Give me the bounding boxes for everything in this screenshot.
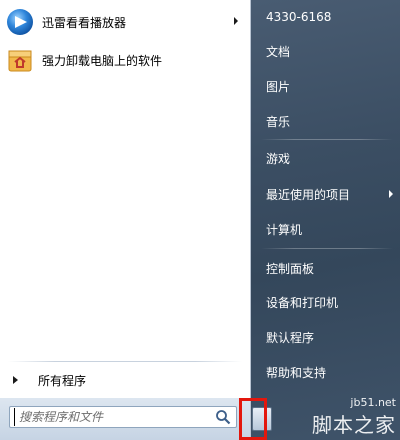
item-label: 最近使用的项目 (266, 187, 351, 202)
right-links-pane: 4330-6168 文档 图片 音乐 游戏 最近使用的项目 计算机 控制面板 设… (251, 0, 400, 440)
programs-pane: 迅雷看看播放器 强力卸载电脑上的软件 所有程序 (0, 0, 251, 398)
help-support-item[interactable]: 帮助和支持 (255, 359, 393, 385)
item-label: 帮助和支持 (266, 365, 327, 380)
item-label: 计算机 (266, 222, 303, 237)
user-folder-item[interactable]: 4330-6168 (255, 4, 393, 30)
xunlei-player-icon (7, 9, 33, 35)
program-label: 迅雷看看播放器 (42, 15, 127, 30)
recent-items-item[interactable]: 最近使用的项目 (255, 181, 393, 207)
control-panel-item[interactable]: 控制面板 (255, 255, 393, 281)
uninstall-box-icon (8, 50, 32, 72)
computer-item[interactable]: 计算机 (255, 216, 393, 242)
documents-item[interactable]: 文档 (255, 38, 393, 64)
expand-arrow-icon (13, 376, 18, 384)
submenu-arrow-icon (389, 190, 393, 198)
item-label: 游戏 (266, 151, 291, 166)
games-item[interactable]: 游戏 (255, 145, 393, 171)
search-input[interactable] (14, 408, 215, 426)
shutdown-button[interactable] (252, 407, 272, 431)
separator (261, 248, 393, 249)
separator (8, 361, 242, 362)
item-label: 图片 (266, 79, 291, 94)
default-programs-item[interactable]: 默认程序 (255, 324, 393, 350)
item-label: 文档 (266, 44, 291, 59)
all-programs-label: 所有程序 (38, 373, 87, 388)
submenu-arrow-icon (234, 17, 238, 25)
all-programs-button[interactable]: 所有程序 (4, 368, 242, 392)
search-box[interactable] (9, 406, 237, 428)
item-label: 默认程序 (266, 330, 315, 345)
pictures-item[interactable]: 图片 (255, 73, 393, 99)
program-item-uninstaller[interactable]: 强力卸载电脑上的软件 (4, 44, 242, 76)
search-bar-area (0, 398, 251, 440)
item-label: 4330-6168 (266, 10, 332, 24)
devices-printers-item[interactable]: 设备和打印机 (255, 289, 393, 315)
search-icon[interactable] (215, 409, 231, 425)
program-item-xunlei-player[interactable]: 迅雷看看播放器 (4, 6, 242, 38)
item-label: 音乐 (266, 114, 291, 129)
item-label: 设备和打印机 (266, 295, 339, 310)
music-item[interactable]: 音乐 (255, 108, 393, 134)
program-label: 强力卸载电脑上的软件 (42, 53, 163, 68)
item-label: 控制面板 (266, 261, 315, 276)
separator (261, 139, 393, 140)
